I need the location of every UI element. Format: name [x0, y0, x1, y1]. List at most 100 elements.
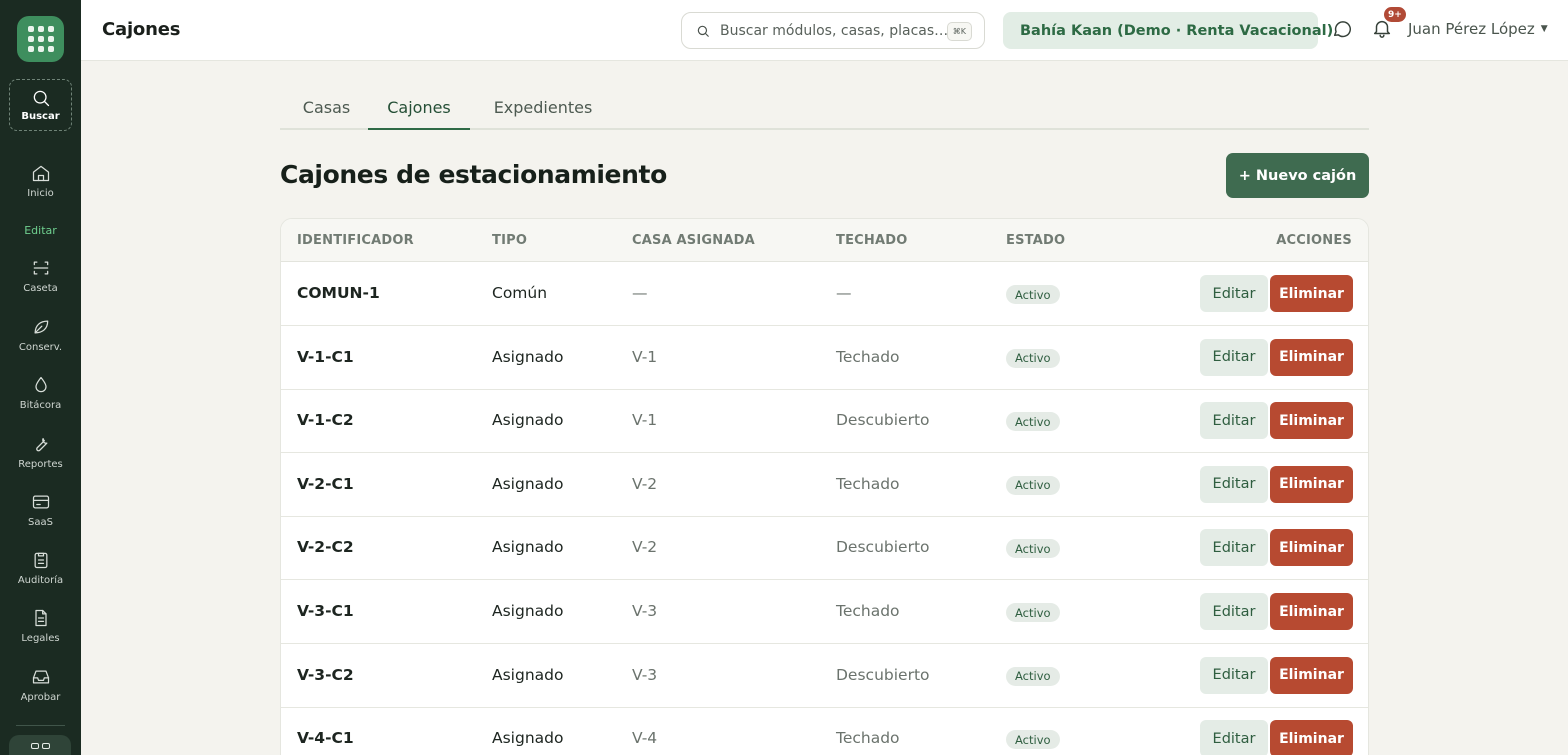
- parking-spots-table: IDENTIFICADOR TIPO CASA ASIGNADA TECHADO…: [280, 218, 1369, 755]
- sidebar-item-bitacora[interactable]: Bitácora: [0, 375, 81, 411]
- document-icon: [34, 609, 47, 627]
- cell-tipo: Común: [492, 284, 548, 302]
- user-menu[interactable]: Juan Pérez López ▼: [1408, 20, 1548, 38]
- sidebar-section-label: Editar: [24, 224, 57, 237]
- sidebar-item-search[interactable]: Buscar: [9, 79, 72, 131]
- table-row: V-1-C2 Asignado V-1 Descubierto Activo Editar…: [281, 389, 1368, 454]
- tab-bar: Casas Cajones Expedientes: [280, 86, 1369, 130]
- column-header-identificador: IDENTIFICADOR: [297, 233, 414, 248]
- column-header-acciones: ACCIONES: [1276, 233, 1352, 248]
- chat-button[interactable]: [1331, 17, 1357, 43]
- edit-button[interactable]: Editar: [1200, 338, 1268, 376]
- cell-techado: —: [836, 284, 852, 302]
- cell-techado: Descubierto: [836, 538, 930, 557]
- sidebar-item-reportes[interactable]: Reportes: [0, 434, 81, 470]
- sidebar-item-caseta[interactable]: Caseta: [0, 258, 81, 294]
- sidebar-item-label: Auditoría: [17, 575, 64, 586]
- cell-techado: Techado: [836, 729, 900, 748]
- cell-techado: Techado: [836, 602, 900, 620]
- section-title: Cajones de estacionamiento: [280, 160, 667, 189]
- table-row: V-1-C1 Asignado V-1 Techado Activo Editar Elim…: [281, 326, 1368, 390]
- cell-casa: —: [632, 284, 648, 302]
- sidebar-item-legales[interactable]: Legales: [0, 608, 81, 644]
- user-name: Juan Pérez López: [1408, 20, 1535, 38]
- cell-techado: Descubierto: [836, 665, 930, 684]
- cell-identificador: V-3-C1: [297, 602, 354, 620]
- cell-identificador: V-1-C1: [297, 347, 354, 366]
- delete-button[interactable]: Eliminar: [1270, 593, 1353, 630]
- delete-button[interactable]: Eliminar: [1270, 275, 1353, 312]
- organization-name: Bahía Kaan (Demo · Renta Vacacional): [1020, 22, 1334, 39]
- global-search-input[interactable]: Buscar módulos, casas, placas… ⌘K: [681, 12, 985, 49]
- cell-techado: Descubierto: [836, 411, 930, 430]
- table-row: V-3-C2 Asignado V-3 Descubierto Activo Editar…: [281, 644, 1368, 708]
- sidebar-item-saas[interactable]: SaaS: [0, 492, 81, 528]
- table-row: COMUN-1 Común — — Activo Editar Eliminar: [281, 262, 1368, 326]
- clipboard-icon: [34, 552, 47, 569]
- delete-button[interactable]: Eliminar: [1270, 338, 1353, 376]
- cell-casa: V-1: [632, 411, 658, 430]
- organization-selector[interactable]: Bahía Kaan (Demo · Renta Vacacional): [1003, 12, 1333, 49]
- cell-tipo: Asignado: [492, 347, 564, 366]
- status-badge: Activo: [1006, 412, 1060, 432]
- sidebar-item-label: SaaS: [28, 517, 53, 528]
- cell-tipo: Asignado: [492, 411, 564, 430]
- column-header-casa: CASA ASIGNADA: [632, 233, 755, 248]
- search-placeholder: Buscar módulos, casas, placas…: [720, 22, 949, 39]
- sidebar-item-aprobar[interactable]: Aprobar: [0, 667, 81, 703]
- notification-count-badge: 9+: [1384, 7, 1406, 22]
- sidebar-item-conserv[interactable]: Conserv.: [0, 317, 81, 353]
- cell-casa: V-4: [632, 729, 658, 748]
- tab-casas[interactable]: Casas: [280, 86, 373, 130]
- edit-button[interactable]: Editar: [1200, 402, 1268, 440]
- sidebar-item-label: Conserv.: [18, 342, 63, 353]
- cell-tipo: Asignado: [492, 474, 564, 493]
- delete-button[interactable]: Eliminar: [1270, 402, 1353, 440]
- status-badge: Activo: [1006, 730, 1060, 750]
- sidebar-item-auditoria[interactable]: Auditoría: [0, 550, 81, 586]
- status-badge: Activo: [1006, 666, 1060, 686]
- cell-tipo: Asignado: [492, 602, 564, 620]
- cell-tipo: Asignado: [492, 538, 564, 557]
- page-title: Cajones: [102, 19, 181, 40]
- edit-button[interactable]: Editar: [1200, 720, 1268, 755]
- status-badge: Activo: [1006, 539, 1060, 559]
- cell-tipo: Asignado: [492, 729, 564, 748]
- column-header-tipo: TIPO: [492, 233, 528, 248]
- new-spot-button[interactable]: + Nuevo cajón: [1226, 153, 1369, 198]
- tab-expedientes[interactable]: Expedientes: [482, 86, 604, 130]
- search-shortcut: ⌘K: [946, 22, 972, 41]
- delete-button[interactable]: Eliminar: [1270, 465, 1353, 503]
- cell-identificador: V-3-C2: [297, 665, 354, 684]
- delete-button[interactable]: Eliminar: [1270, 656, 1353, 694]
- layout-icon: [41, 743, 50, 749]
- sidebar-item-label: Bitácora: [19, 400, 62, 411]
- cell-identificador: V-2-C1: [297, 474, 354, 493]
- edit-button[interactable]: Editar: [1200, 465, 1268, 503]
- sidebar-collapse-toggle[interactable]: [9, 735, 71, 755]
- cell-casa: V-2: [632, 474, 658, 493]
- edit-button[interactable]: Editar: [1200, 529, 1268, 567]
- cell-identificador: V-4-C1: [297, 729, 354, 748]
- edit-button[interactable]: Editar: [1200, 593, 1268, 630]
- caret-down-icon: ▼: [1540, 24, 1548, 34]
- table-row: V-2-C2 Asignado V-2 Descubierto Activo Editar…: [281, 516, 1368, 581]
- delete-button[interactable]: Eliminar: [1270, 720, 1353, 755]
- sidebar-item-label: Reportes: [18, 459, 63, 470]
- column-header-estado: ESTADO: [1006, 233, 1066, 248]
- status-badge: Activo: [1006, 475, 1060, 495]
- sidebar: Buscar Inicio Editar Caseta Conserv. Bit…: [0, 0, 81, 755]
- delete-button[interactable]: Eliminar: [1270, 529, 1353, 567]
- layout-icon: [30, 743, 39, 749]
- cell-techado: Techado: [836, 347, 900, 366]
- edit-button[interactable]: Editar: [1200, 656, 1268, 694]
- wrench-icon: [35, 437, 47, 452]
- edit-button[interactable]: Editar: [1200, 275, 1268, 312]
- sidebar-item-home[interactable]: Inicio: [0, 163, 81, 199]
- sidebar-item-label: Caseta: [23, 283, 58, 294]
- status-badge: Activo: [1006, 285, 1060, 304]
- tab-cajones[interactable]: Cajones: [368, 86, 470, 130]
- sidebar-item-label: Legales: [21, 633, 60, 644]
- search-icon: [697, 25, 709, 37]
- app-grid-icon[interactable]: [17, 16, 64, 62]
